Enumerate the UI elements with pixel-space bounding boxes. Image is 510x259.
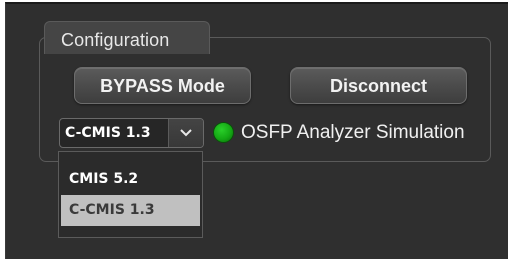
bypass-mode-button[interactable]: BYPASS Mode — [74, 67, 251, 104]
configuration-title: Configuration — [61, 30, 170, 50]
dropdown-option-cmis-5-2[interactable]: CMIS 5.2 — [61, 164, 200, 195]
dropdown-toggle[interactable] — [168, 119, 203, 147]
status-led-icon — [213, 122, 234, 143]
version-dropdown-list: CMIS 5.2 C-CMIS 1.3 — [58, 151, 203, 238]
cmis-version-select[interactable]: C-CMIS 1.3 — [59, 118, 204, 148]
disconnect-button[interactable]: Disconnect — [290, 67, 467, 104]
cmis-version-value: C-CMIS 1.3 — [65, 125, 151, 141]
chevron-down-icon — [180, 129, 192, 137]
status-label: OSFP Analyzer Simulation — [241, 122, 465, 143]
dropdown-option-c-cmis-1-3[interactable]: C-CMIS 1.3 — [61, 195, 200, 226]
